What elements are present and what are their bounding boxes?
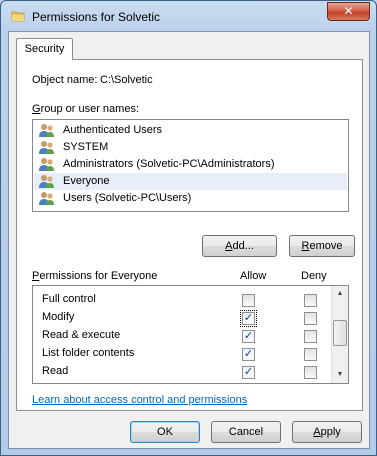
permission-name: Read & execute (42, 329, 121, 341)
ok-button[interactable]: OK (130, 421, 200, 443)
scroll-thumb[interactable] (333, 320, 347, 346)
deny-header: Deny (301, 270, 327, 282)
dialog-window: Permissions for Solvetic ✕ Security Obje… (0, 0, 377, 456)
list-item[interactable]: Everyone (34, 173, 347, 190)
allow-checkbox[interactable]: ✓ (242, 366, 255, 379)
deny-checkbox[interactable] (304, 348, 317, 361)
allow-header: Allow (240, 270, 267, 282)
permission-name: Modify (42, 311, 75, 323)
cancel-button[interactable]: Cancel (211, 421, 281, 443)
users-icon (39, 158, 54, 171)
dialog-body: Security Object name: C:\Solvetic Group … (8, 31, 370, 449)
list-item-label: SYSTEM (63, 141, 109, 153)
list-item-label: Authenticated Users (63, 124, 163, 136)
permission-row: Full control (33, 291, 333, 309)
object-name-label: Object name: (32, 74, 98, 86)
deny-checkbox[interactable] (304, 330, 317, 343)
close-button[interactable]: ✕ (327, 2, 370, 21)
deny-checkbox[interactable] (304, 294, 317, 307)
add-button[interactable]: Add... (202, 235, 277, 257)
permission-name: Full control (42, 293, 96, 305)
scroll-up-icon[interactable]: ▲ (332, 286, 348, 302)
allow-checkbox[interactable] (242, 294, 255, 307)
deny-checkbox[interactable] (304, 366, 317, 379)
list-item[interactable]: Authenticated Users (34, 122, 347, 139)
remove-button[interactable]: Remove (289, 235, 355, 257)
allow-checkbox[interactable]: ✓ (242, 330, 255, 343)
title-bar[interactable]: Permissions for Solvetic ✕ (1, 1, 376, 31)
permission-name: List folder contents (42, 347, 135, 359)
permission-row: Read & execute ✓ (33, 327, 333, 345)
users-icon (39, 192, 54, 205)
group-user-list[interactable]: Authenticated Users SYSTEM Administrator… (32, 119, 349, 212)
tab-security[interactable]: Security (16, 38, 73, 60)
permissions-list[interactable]: Full control Modify ✓ Read & execute ✓ L… (32, 285, 349, 384)
list-item[interactable]: Users (Solvetic-PC\Users) (34, 190, 347, 207)
users-icon (39, 175, 54, 188)
security-tab-page: Object name: C:\Solvetic Group or user n… (16, 59, 363, 411)
window-title: Permissions for Solvetic (32, 10, 161, 24)
permission-row: Read ✓ (33, 363, 333, 381)
deny-checkbox[interactable] (304, 312, 317, 325)
list-item-label: Users (Solvetic-PC\Users) (63, 192, 192, 204)
permission-name: Read (42, 365, 69, 377)
list-item[interactable]: SYSTEM (34, 139, 347, 156)
list-item-label: Administrators (Solvetic-PC\Administrato… (63, 158, 275, 170)
allow-checkbox[interactable]: ✓ (242, 348, 255, 361)
object-name-value: C:\Solvetic (100, 74, 153, 86)
help-link[interactable]: Learn about access control and permissio… (32, 394, 247, 406)
permission-row: Modify ✓ (33, 309, 333, 327)
list-item-label: Everyone (63, 175, 110, 187)
permissions-scrollbar[interactable]: ▲ ▼ (331, 286, 348, 383)
group-names-label: Group or user names: (32, 103, 139, 115)
allow-checkbox[interactable]: ✓ (240, 310, 257, 327)
users-icon (39, 141, 54, 154)
scroll-down-icon[interactable]: ▼ (332, 367, 348, 383)
list-item[interactable]: Administrators (Solvetic-PC\Administrato… (34, 156, 347, 173)
apply-button[interactable]: Apply (292, 421, 362, 443)
folder-icon (11, 11, 25, 22)
permission-row: List folder contents ✓ (33, 345, 333, 363)
permissions-label: Permissions for Everyone (32, 270, 158, 282)
users-icon (39, 124, 54, 137)
